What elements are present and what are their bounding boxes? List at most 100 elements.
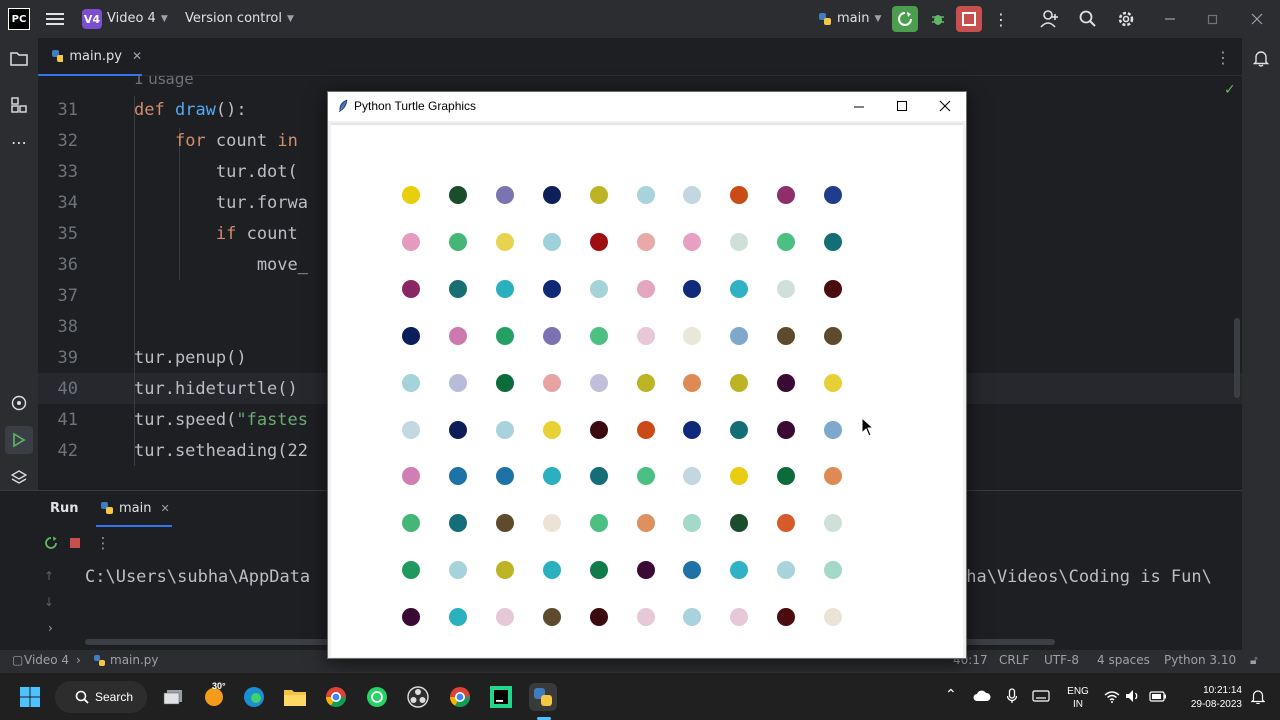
wifi-icon[interactable] xyxy=(1103,687,1121,705)
stop-button[interactable] xyxy=(956,6,982,32)
edge-icon[interactable] xyxy=(240,683,268,711)
chrome-profile-icon[interactable] xyxy=(446,683,474,711)
check-icon[interactable]: ✓ xyxy=(1224,82,1236,98)
turtle-dot xyxy=(542,420,561,439)
code-line[interactable]: move_ xyxy=(134,255,308,275)
tab-main-py[interactable]: main.py ✕ xyxy=(38,38,142,76)
turtle-window-title-bar[interactable]: Python Turtle Graphics xyxy=(328,92,966,121)
more-actions-icon[interactable]: ⋮ xyxy=(992,9,1010,29)
gear-icon[interactable] xyxy=(1114,8,1138,30)
microphone-icon[interactable] xyxy=(1003,687,1021,705)
turtle-dot xyxy=(683,514,702,533)
turtle-dot xyxy=(824,186,843,204)
code-line[interactable]: tur.setheading(22 xyxy=(134,441,308,461)
project-badge[interactable]: V4 xyxy=(82,9,102,29)
notifications-icon[interactable] xyxy=(1251,48,1271,68)
python-interpreter[interactable]: Python 3.10 xyxy=(1164,653,1236,667)
taskbar-search-box[interactable]: Search xyxy=(55,681,147,713)
more-tools-icon[interactable]: ⋯ xyxy=(9,132,29,152)
maximize-icon[interactable] xyxy=(891,96,913,116)
language-indicator[interactable]: ENG IN xyxy=(1066,685,1090,711)
main-menu-icon[interactable] xyxy=(44,9,66,29)
turtle-dot xyxy=(730,608,749,627)
close-tab-icon[interactable]: ✕ xyxy=(160,502,169,515)
keyboard-icon[interactable] xyxy=(1031,687,1051,705)
folder-icon[interactable] xyxy=(9,48,29,68)
turtle-dot xyxy=(683,561,702,580)
rerun-icon[interactable] xyxy=(42,534,60,552)
code-line[interactable]: def draw(): xyxy=(134,100,247,120)
search-icon[interactable] xyxy=(1076,8,1100,30)
run-config-selector[interactable]: main ▼ xyxy=(818,11,881,26)
turtle-dot xyxy=(683,420,702,439)
code-line[interactable]: if count xyxy=(134,224,308,244)
tab-options-icon[interactable]: ⋮ xyxy=(1214,47,1232,67)
lock-icon[interactable]: 🔓︎ xyxy=(1250,653,1258,668)
turtle-dot xyxy=(824,467,843,486)
turtle-graphics-window[interactable]: Python Turtle Graphics xyxy=(327,91,967,659)
turtle-dot xyxy=(730,186,749,204)
editor-scrollbar[interactable] xyxy=(1234,318,1240,398)
volume-icon[interactable] xyxy=(1124,687,1142,705)
structure-icon[interactable] xyxy=(9,95,29,115)
minimize-icon[interactable] xyxy=(1160,9,1180,29)
close-icon[interactable] xyxy=(934,96,956,116)
whatsapp-icon[interactable] xyxy=(363,683,391,711)
stop-icon[interactable] xyxy=(66,534,84,552)
python-console-icon[interactable] xyxy=(9,393,29,413)
turtle-dot xyxy=(730,514,749,533)
run-tab-label: main xyxy=(119,500,152,516)
close-tab-icon[interactable]: ✕ xyxy=(132,49,142,63)
python-taskbar-icon[interactable] xyxy=(529,683,557,711)
line-separator[interactable]: CRLF xyxy=(999,653,1029,667)
code-line[interactable]: tur.dot( xyxy=(134,162,298,182)
task-view-icon[interactable] xyxy=(159,683,187,711)
file-explorer-icon[interactable] xyxy=(281,683,309,711)
turtle-dot xyxy=(542,373,561,392)
app-logo-icon[interactable]: PC xyxy=(8,8,30,30)
turtle-dot xyxy=(448,186,467,204)
indent-setting[interactable]: 4 spaces xyxy=(1097,653,1150,667)
rerun-button[interactable] xyxy=(892,6,918,32)
close-icon[interactable] xyxy=(1247,9,1267,29)
add-user-icon[interactable] xyxy=(1038,8,1062,30)
turtle-dot xyxy=(589,232,608,251)
usage-hint[interactable]: 1 usage xyxy=(134,76,194,88)
notification-center-icon[interactable] xyxy=(1248,687,1268,705)
restore-icon[interactable] xyxy=(1203,9,1223,29)
tab-run-main[interactable]: main ✕ xyxy=(96,491,172,527)
run-tool-icon[interactable] xyxy=(5,426,33,454)
system-clock[interactable]: 10:21:14 29-08-2023 xyxy=(1178,684,1242,712)
turtle-dot xyxy=(730,279,749,298)
code-line[interactable]: for count in xyxy=(134,131,308,151)
turtle-dot xyxy=(589,186,608,204)
file-encoding[interactable]: UTF-8 xyxy=(1044,653,1079,667)
search-label: Search xyxy=(95,690,134,704)
pycharm-taskbar-icon[interactable] xyxy=(487,683,515,711)
feather-icon xyxy=(338,99,348,113)
code-line[interactable]: tur.penup() xyxy=(134,348,247,368)
version-control-menu[interactable]: Version control ▼ xyxy=(185,11,294,26)
turtle-dot xyxy=(777,608,796,627)
more-actions-icon[interactable]: ⋮ xyxy=(96,533,111,553)
line-number: 37 xyxy=(57,286,78,306)
status-file[interactable]: main.py xyxy=(110,653,159,667)
windows-start-icon[interactable] xyxy=(16,683,44,711)
debug-button[interactable] xyxy=(926,7,950,31)
chevron-up-icon[interactable]: ⌃ xyxy=(945,687,957,703)
battery-icon[interactable] xyxy=(1148,687,1168,705)
chrome-icon[interactable] xyxy=(322,683,350,711)
turtle-canvas[interactable] xyxy=(331,123,963,657)
turtle-dot xyxy=(402,514,420,533)
onedrive-icon[interactable] xyxy=(972,687,992,705)
obs-icon[interactable] xyxy=(404,683,432,711)
status-project[interactable]: Video 4 xyxy=(24,653,69,667)
layers-icon[interactable] xyxy=(9,468,29,488)
turtle-dot xyxy=(448,561,467,580)
code-line[interactable]: tur.hideturtle() xyxy=(134,379,298,399)
code-line[interactable]: tur.forwa xyxy=(134,193,308,213)
tab-label: main.py xyxy=(69,48,122,64)
minimize-icon[interactable] xyxy=(848,96,870,116)
code-line[interactable]: tur.speed("fastes xyxy=(134,410,308,430)
project-selector[interactable]: Video 4 ▼ xyxy=(107,11,168,26)
